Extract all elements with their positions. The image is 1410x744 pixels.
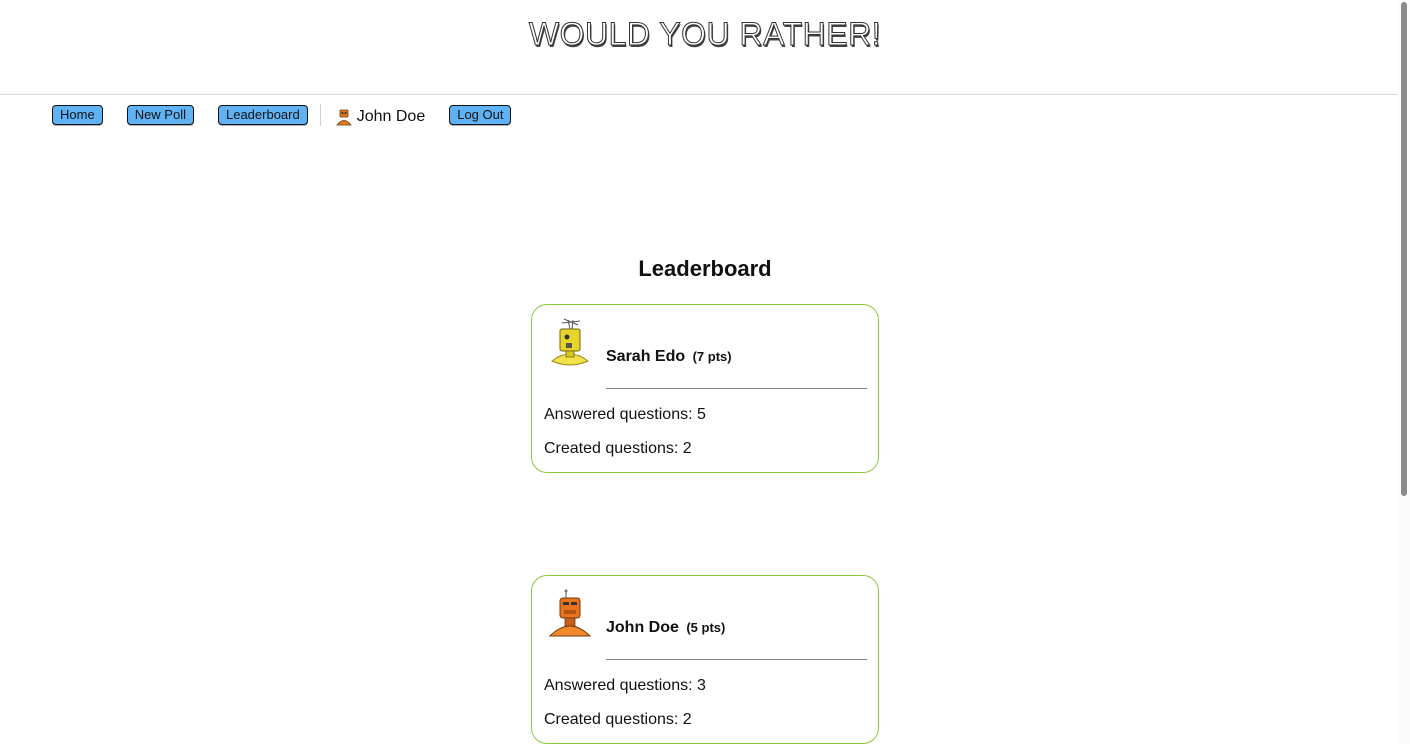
created-questions: Created questions: 2 — [544, 440, 692, 457]
orange-robot-avatar-icon — [548, 588, 592, 645]
logout-button[interactable]: Log Out — [449, 105, 512, 125]
current-user: John Doe — [335, 108, 426, 126]
header-divider — [0, 94, 1398, 95]
entry-name-line: John Doe (5 pts) — [606, 619, 725, 637]
created-questions: Created questions: 2 — [544, 711, 692, 728]
leaderboard-heading: Leaderboard — [638, 256, 772, 281]
entry-divider — [606, 659, 867, 660]
answered-questions: Answered questions: 5 — [544, 406, 706, 423]
leaderboard-card: Sarah Edo (7 pts) Answered questions: 5 … — [531, 304, 879, 473]
page: WOULD YOU RATHER! Home New Poll Leaderbo… — [0, 0, 1410, 744]
entry-points: (5 pts) — [686, 620, 726, 635]
app-title: WOULD YOU RATHER! — [528, 16, 882, 53]
robot-avatar-icon — [335, 109, 352, 126]
entry-name: Sarah Edo — [606, 348, 686, 365]
new-poll-button[interactable]: New Poll — [126, 105, 194, 125]
home-button[interactable]: Home — [52, 105, 103, 125]
leaderboard-card: John Doe (5 pts) Answered questions: 3 C… — [531, 575, 879, 744]
entry-name: John Doe — [606, 619, 679, 636]
answered-questions: Answered questions: 3 — [544, 677, 706, 694]
entry-name-line: Sarah Edo (7 pts) — [606, 348, 732, 366]
entry-divider — [606, 388, 867, 389]
leaderboard-button[interactable]: Leaderboard — [217, 105, 308, 125]
yellow-robot-avatar-icon — [548, 317, 592, 374]
page-scrollbar[interactable] — [1398, 0, 1410, 744]
entry-points: (7 pts) — [692, 349, 732, 364]
nav-bar: Home New Poll Leaderboard John Doe Log O… — [52, 103, 512, 127]
nav-separator — [319, 104, 321, 126]
scrollbar-thumb[interactable] — [1401, 2, 1407, 496]
current-user-name: John Doe — [356, 108, 426, 125]
